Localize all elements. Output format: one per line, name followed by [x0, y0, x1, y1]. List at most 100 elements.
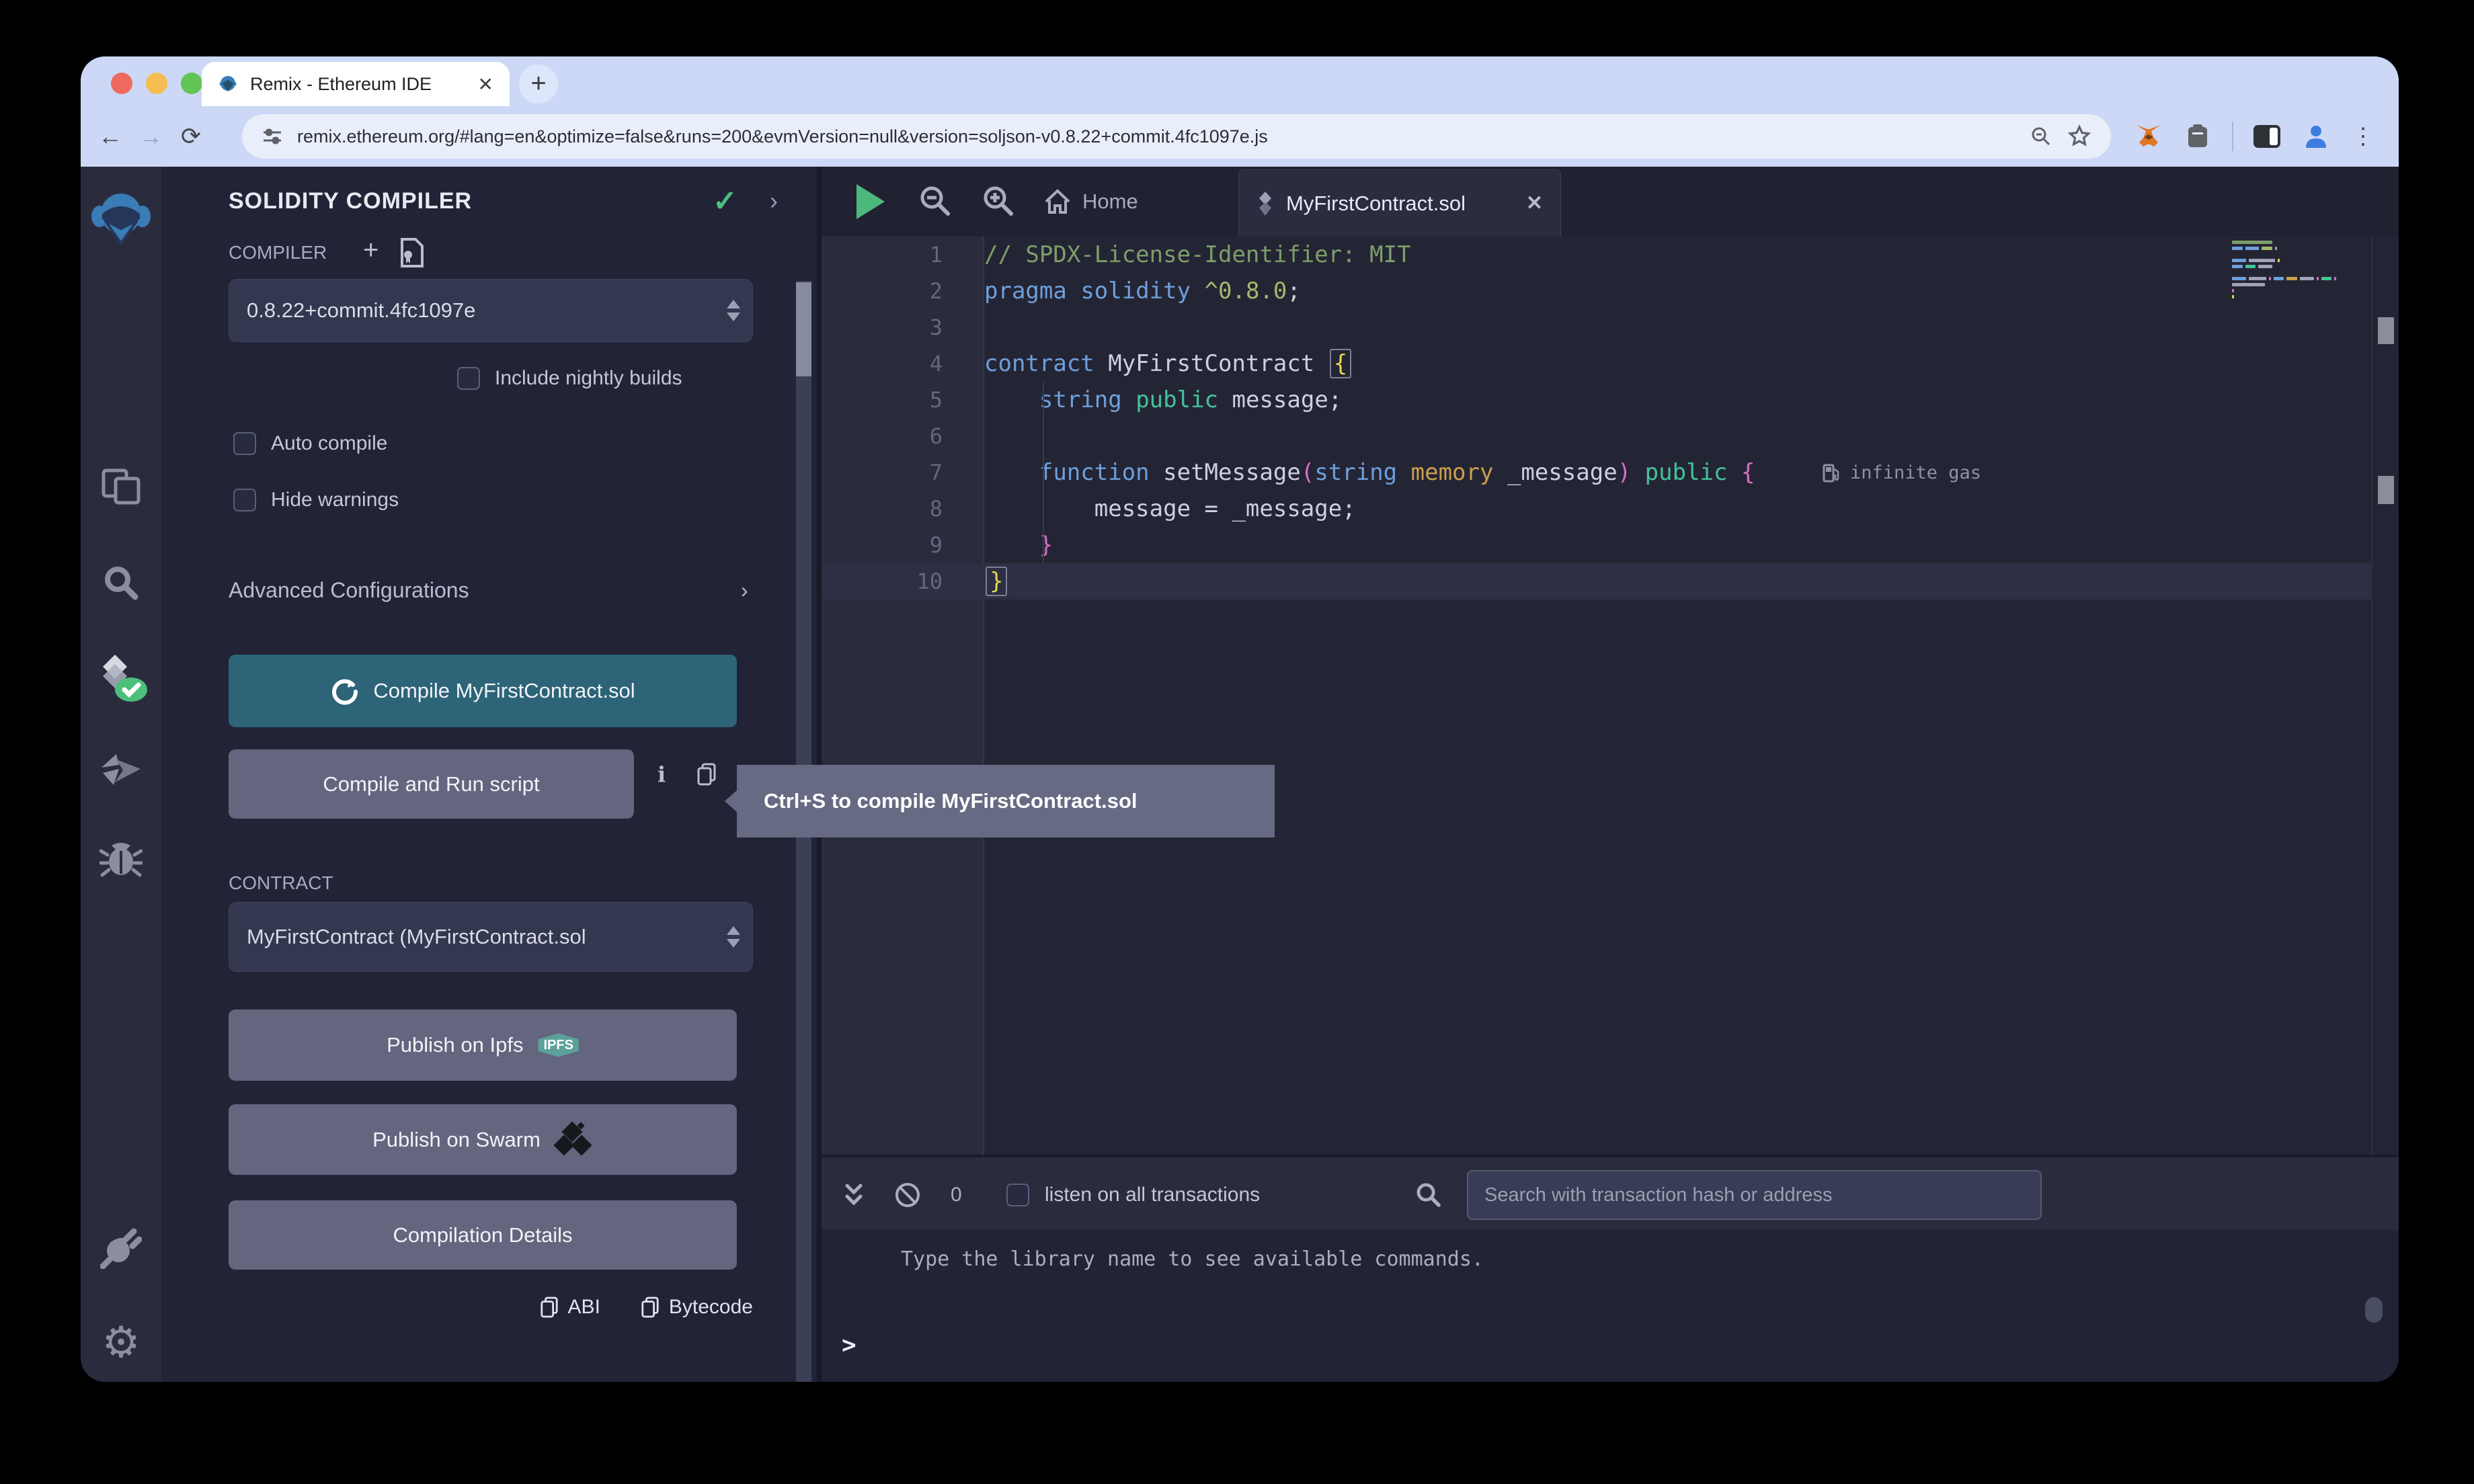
line-number: 9: [822, 532, 984, 558]
compiler-version-select[interactable]: 0.8.22+commit.4fc1097e: [229, 279, 753, 342]
listen-transactions-label: listen on all transactions: [1045, 1157, 1260, 1233]
forward-button[interactable]: →: [130, 122, 171, 151]
code-line[interactable]: 4contract MyFirstContract {: [822, 345, 2371, 382]
remix-logo-icon[interactable]: [81, 194, 161, 246]
code-editor[interactable]: 1// SPDX-License-Identifier: MIT2pragma …: [822, 237, 2399, 1155]
profile-avatar[interactable]: [2301, 121, 2331, 152]
terminal-message: Type the library name to see available c…: [901, 1247, 1484, 1271]
add-compiler-icon[interactable]: +: [363, 235, 378, 265]
select-arrows-icon: [727, 926, 740, 948]
browser-chrome: Remix - Ethereum IDE ✕ + ← → ⟳ remix.eth…: [81, 56, 2399, 167]
terminal-output[interactable]: Type the library name to see available c…: [822, 1230, 2399, 1382]
terminal-search-icon: [1413, 1157, 1444, 1233]
license-file-icon[interactable]: [398, 237, 425, 269]
zoom-in-icon[interactable]: [979, 181, 1018, 220]
advanced-configurations-toggle[interactable]: Advanced Configurations: [229, 578, 469, 603]
solidity-compiler-icon[interactable]: [81, 652, 161, 704]
auto-compile-checkbox[interactable]: [233, 432, 256, 455]
publish-ipfs-button[interactable]: Publish on Ipfs IPFS: [229, 1009, 737, 1081]
copy-icon: [540, 1296, 559, 1319]
code-line[interactable]: 6: [822, 418, 2371, 454]
code-line[interactable]: 5 string public message;: [822, 382, 2371, 418]
terminal-collapse-icon[interactable]: [842, 1157, 866, 1233]
bookmark-star-icon[interactable]: [2067, 124, 2092, 149]
select-arrows-icon: [727, 300, 740, 321]
hide-warnings-checkbox[interactable]: [233, 489, 256, 511]
code-line[interactable]: 2pragma solidity ^0.8.0;: [822, 273, 2371, 309]
listen-transactions-checkbox[interactable]: [1006, 1184, 1029, 1206]
compilation-details-label: Compilation Details: [393, 1223, 572, 1247]
code-line[interactable]: 3: [822, 309, 2371, 345]
terminal-scrollbar-thumb[interactable]: [2365, 1297, 2383, 1323]
editor-tabs-row: Home MyFirstContract.sol ✕: [822, 167, 2399, 237]
new-tab-button[interactable]: +: [519, 65, 558, 104]
file-explorer-icon[interactable]: [81, 468, 161, 505]
side-panel-icon[interactable]: [2253, 125, 2280, 148]
compile-button[interactable]: Compile MyFirstContract.sol: [229, 655, 737, 727]
code-line[interactable]: 9 }: [822, 527, 2371, 563]
code-line[interactable]: 8 message = _message;: [822, 491, 2371, 527]
editor-scrollbar[interactable]: [2371, 237, 2399, 1155]
terminal-search-input[interactable]: Search with transaction hash or address: [1467, 1170, 2042, 1220]
advanced-chevron-icon[interactable]: ›: [741, 578, 748, 603]
compiler-section-label: COMPILER: [229, 242, 327, 263]
editor-minimap[interactable]: [2232, 241, 2360, 301]
clear-console-icon[interactable]: [893, 1157, 922, 1233]
copy-abi-button[interactable]: ABI: [540, 1296, 600, 1319]
terminal-toolbar: 0 listen on all transactions Search with…: [822, 1155, 2399, 1230]
zoom-window-button[interactable]: [181, 73, 202, 94]
nightly-builds-checkbox[interactable]: [457, 367, 480, 390]
publish-swarm-button[interactable]: Publish on Swarm: [229, 1104, 737, 1175]
close-tab-icon[interactable]: ✕: [478, 73, 493, 95]
panel-chevron-icon[interactable]: ›: [770, 187, 778, 215]
panel-scrollbar-thumb[interactable]: [796, 282, 811, 376]
tab-home[interactable]: Home: [1043, 167, 1138, 237]
contract-section-label: CONTRACT: [229, 872, 333, 894]
close-window-button[interactable]: [111, 73, 132, 94]
home-icon: [1043, 188, 1072, 215]
url-text[interactable]: remix.ethereum.org/#lang=en&optimize=fal…: [297, 126, 2016, 147]
reload-button[interactable]: ⟳: [171, 122, 211, 151]
plugin-manager-icon[interactable]: [81, 1225, 161, 1269]
line-number: 1: [822, 242, 984, 267]
debugger-icon[interactable]: [81, 839, 161, 878]
editor-scrollbar-thumb[interactable]: [2378, 317, 2394, 344]
abi-label: ABI: [568, 1296, 600, 1319]
search-icon[interactable]: [81, 563, 161, 602]
close-file-tab-icon[interactable]: ✕: [1526, 192, 1543, 215]
zoom-page-icon[interactable]: [2029, 124, 2053, 149]
code-line[interactable]: 1// SPDX-License-Identifier: MIT: [822, 237, 2371, 273]
tab-myfirstcontract[interactable]: MyFirstContract.sol ✕: [1238, 169, 1561, 237]
zoom-out-icon[interactable]: [916, 181, 955, 220]
back-button[interactable]: ←: [90, 122, 130, 151]
gas-pump-icon: [1822, 462, 1841, 483]
code-line[interactable]: 7 function setMessage(string memory _mes…: [822, 454, 2371, 491]
nightly-builds-label: Include nightly builds: [495, 367, 682, 390]
site-settings-icon[interactable]: [261, 125, 284, 148]
tab-title: Remix - Ethereum IDE: [250, 74, 466, 95]
browser-tab[interactable]: Remix - Ethereum IDE ✕: [202, 62, 510, 106]
gas-annotation: infinite gas: [1822, 454, 1981, 491]
icon-rail: ⚙: [81, 167, 161, 1382]
code-lines[interactable]: 1// SPDX-License-Identifier: MIT2pragma …: [822, 237, 2371, 600]
browser-window: Remix - Ethereum IDE ✕ + ← → ⟳ remix.eth…: [81, 56, 2399, 1382]
compilation-details-button[interactable]: Compilation Details: [229, 1200, 737, 1270]
metamask-icon[interactable]: [2134, 122, 2163, 151]
info-icon[interactable]: i: [657, 761, 666, 787]
editor-scrollbar-thumb[interactable]: [2378, 476, 2394, 504]
copy-script-icon[interactable]: [696, 762, 717, 786]
extension-icon[interactable]: [2184, 122, 2212, 151]
contract-select[interactable]: MyFirstContract (MyFirstContract.sol: [229, 902, 753, 972]
minimize-window-button[interactable]: [146, 73, 167, 94]
indent-guide: [1043, 382, 1044, 563]
tab-strip: Remix - Ethereum IDE ✕ +: [81, 56, 2399, 106]
browser-menu-icon[interactable]: ⋮: [2352, 123, 2375, 150]
settings-gear-icon[interactable]: ⚙: [81, 1317, 161, 1368]
url-bar[interactable]: remix.ethereum.org/#lang=en&optimize=fal…: [242, 114, 2111, 159]
code-line[interactable]: 10}: [822, 563, 2371, 600]
deploy-run-icon[interactable]: [81, 750, 161, 792]
terminal-prompt[interactable]: >: [842, 1331, 856, 1359]
run-script-play-icon[interactable]: [856, 184, 885, 219]
compile-and-run-button[interactable]: Compile and Run script: [229, 749, 634, 819]
copy-bytecode-button[interactable]: Bytecode: [641, 1296, 753, 1319]
